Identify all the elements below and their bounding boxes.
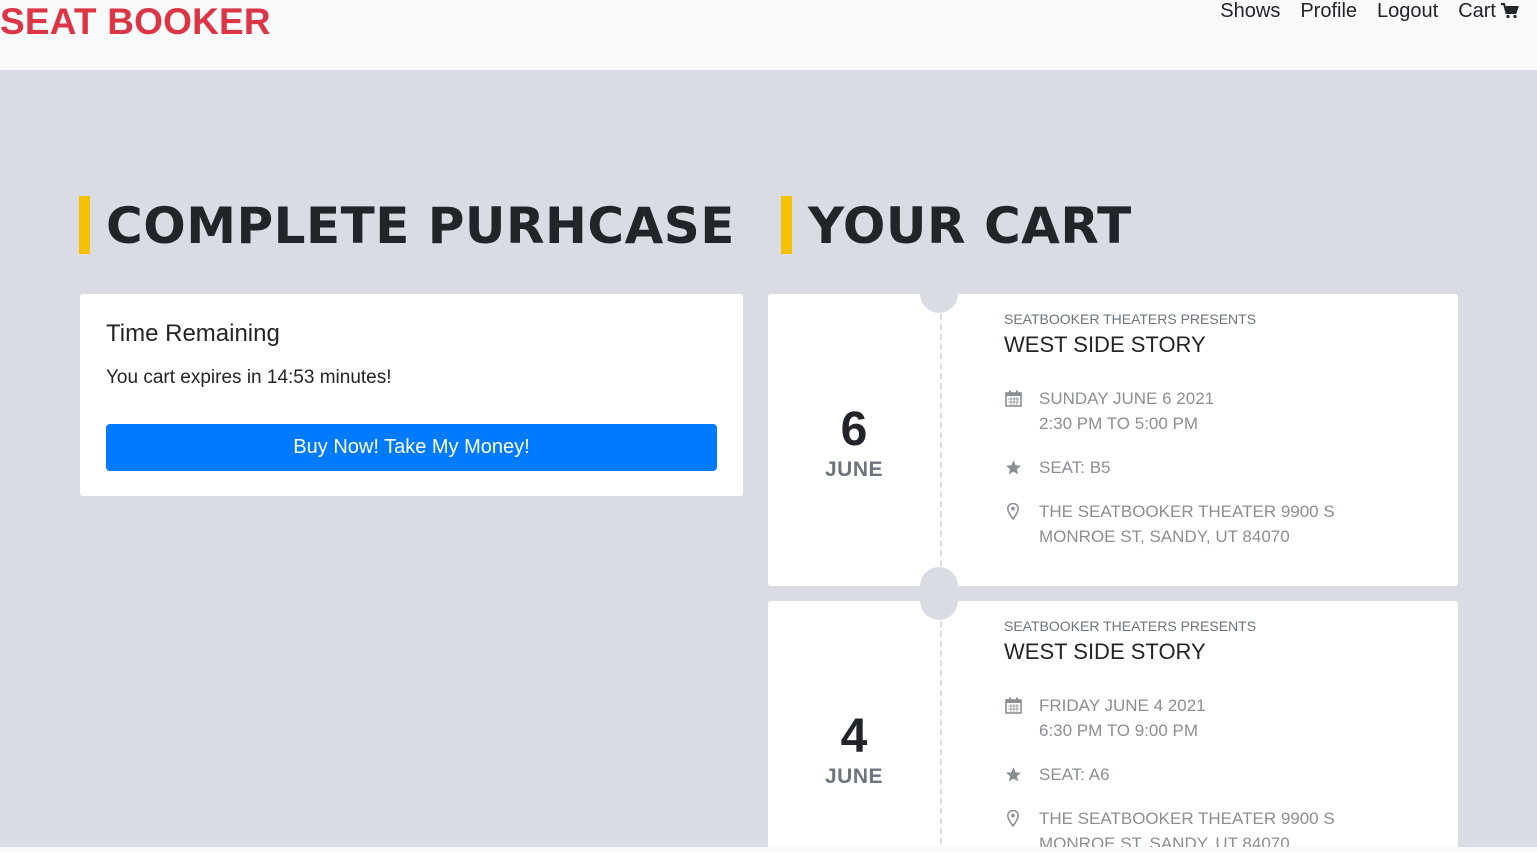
timer-title: Time Remaining — [106, 320, 280, 347]
ticket-date-line: FRIDAY JUNE 4 2021 — [1039, 696, 1206, 715]
star-icon — [1004, 765, 1022, 783]
buy-now-button[interactable]: Buy Now! Take My Money! — [106, 424, 717, 471]
ticket-day: 4 — [840, 710, 868, 763]
timer-card: Time Remaining You cart expires in 14:53… — [80, 294, 743, 496]
ticket-show-title: WEST SIDE STORY — [1004, 639, 1206, 664]
ticket-divider — [940, 314, 942, 586]
ticket-date-stub: 6 JUNE — [768, 294, 940, 586]
cart-ticket: 6 JUNE SEATBOOKER THEATERS PRESENTS WEST… — [768, 275, 1458, 605]
ticket-presenter: SEATBOOKER THEATERS PRESENTS — [1004, 618, 1257, 634]
map-marker-icon — [1004, 809, 1022, 827]
navbar: SEAT BOOKER Shows Profile Logout Cart — [0, 0, 1537, 70]
ticket-date-line: SUNDAY JUNE 6 2021 — [1039, 389, 1215, 408]
ticket-venue-row: THE SEATBOOKER THEATER 9900 S MONROE ST,… — [1004, 499, 1424, 549]
your-cart-heading: YOUR CART — [781, 196, 1132, 255]
ticket-divider — [940, 621, 942, 852]
brand-logo[interactable]: SEAT BOOKER — [0, 2, 271, 42]
ticket-seat-row: SEAT: B5 — [1004, 455, 1424, 480]
ticket-seat: SEAT: A6 — [1039, 765, 1110, 784]
nav-logout-link[interactable]: Logout — [1377, 0, 1438, 22]
nav-shows-link[interactable]: Shows — [1220, 0, 1280, 22]
ticket-notch — [920, 582, 958, 620]
ticket-show-title: WEST SIDE STORY — [1004, 332, 1206, 357]
footer — [0, 847, 1537, 852]
star-icon — [1004, 458, 1022, 476]
ticket-month: JUNE — [824, 458, 884, 481]
ticket-info: SEATBOOKER THEATERS PRESENTS WEST SIDE S… — [1004, 617, 1424, 852]
ticket-seat-row: SEAT: A6 — [1004, 762, 1424, 787]
ticket-date-row: FRIDAY JUNE 4 2021 6:30 PM TO 9:00 PM — [1004, 693, 1424, 743]
ticket-date-stub: 4 JUNE — [768, 601, 940, 852]
ticket-time-line: 6:30 PM TO 9:00 PM — [1039, 721, 1199, 740]
nav-cart-link[interactable]: Cart — [1458, 0, 1519, 22]
ticket-venue-line1: THE SEATBOOKER THEATER 9900 S — [1039, 809, 1335, 828]
ticket-venue-line2: MONROE ST, SANDY, UT 84070 — [1039, 527, 1290, 546]
ticket-time-line: 2:30 PM TO 5:00 PM — [1039, 414, 1199, 433]
nav-profile-link[interactable]: Profile — [1300, 0, 1357, 22]
ticket-date-row: SUNDAY JUNE 6 2021 2:30 PM TO 5:00 PM — [1004, 386, 1424, 436]
calendar-icon — [1004, 696, 1022, 714]
nav-cart-label: Cart — [1458, 0, 1496, 22]
complete-purchase-heading: COMPLETE PURHCASE — [79, 196, 735, 255]
ticket-notch — [920, 275, 958, 313]
ticket-venue-row: THE SEATBOOKER THEATER 9900 S MONROE ST,… — [1004, 806, 1424, 852]
calendar-icon — [1004, 389, 1022, 407]
ticket-venue-line1: THE SEATBOOKER THEATER 9900 S — [1039, 502, 1335, 521]
cart-ticket: 4 JUNE SEATBOOKER THEATERS PRESENTS WEST… — [768, 582, 1458, 852]
timer-text: You cart expires in 14:53 minutes! — [106, 367, 392, 388]
map-marker-icon — [1004, 502, 1022, 520]
shopping-cart-icon — [1501, 3, 1519, 19]
ticket-presenter: SEATBOOKER THEATERS PRESENTS — [1004, 311, 1257, 327]
ticket-seat: SEAT: B5 — [1039, 458, 1111, 477]
ticket-info: SEATBOOKER THEATERS PRESENTS WEST SIDE S… — [1004, 310, 1424, 549]
nav-links: Shows Profile Logout Cart — [1220, 0, 1519, 22]
ticket-day: 6 — [840, 403, 868, 456]
ticket-month: JUNE — [824, 765, 884, 788]
